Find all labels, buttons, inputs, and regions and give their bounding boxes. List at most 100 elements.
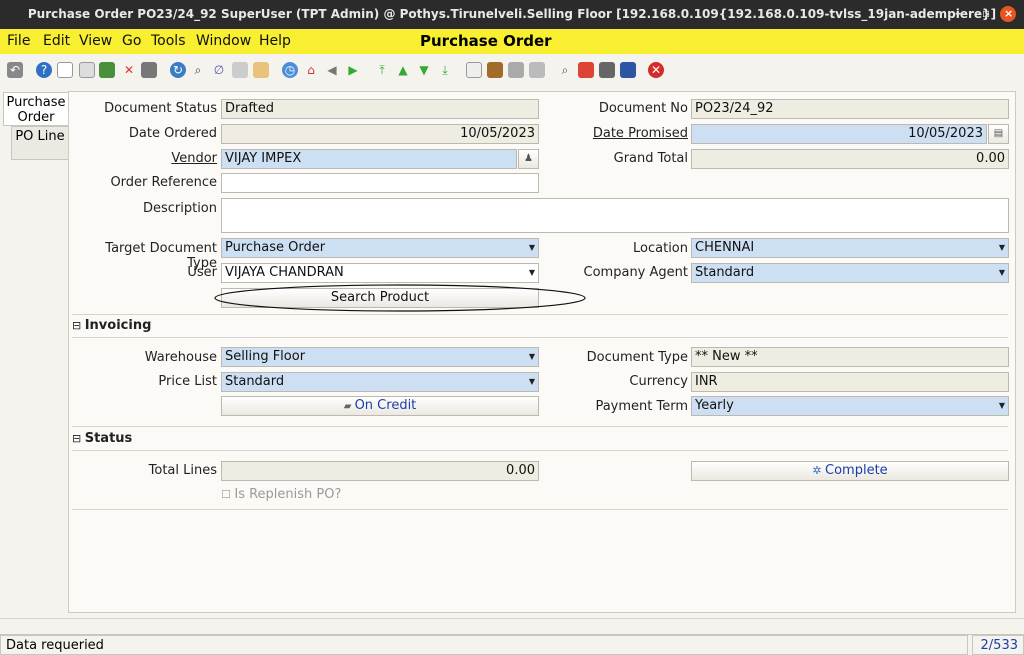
help-icon[interactable]: ? bbox=[36, 62, 52, 78]
statusbar: Data requeried 2/533 bbox=[0, 634, 1024, 655]
print-icon[interactable] bbox=[529, 62, 545, 78]
refresh-icon[interactable]: ↻ bbox=[170, 62, 186, 78]
vendor-label: Vendor bbox=[171, 151, 217, 166]
status-section-header[interactable]: ⊟ Status bbox=[72, 431, 132, 446]
minimize-button[interactable]: – bbox=[955, 6, 961, 20]
window-titlebar: Purchase Order PO23/24_92 SuperUser (TPT… bbox=[0, 0, 1024, 29]
document-type-label: Document Type bbox=[586, 350, 688, 365]
company-agent-select[interactable]: Standard ▼ bbox=[691, 263, 1009, 283]
archive-icon[interactable] bbox=[487, 62, 503, 78]
document-no-label: Document No bbox=[598, 101, 688, 116]
chevron-down-icon: ▼ bbox=[998, 268, 1006, 277]
new-record-icon[interactable] bbox=[57, 62, 73, 78]
price-list-value: Standard bbox=[225, 374, 285, 389]
user-select[interactable]: VIJAYA CHANDRAN ▼ bbox=[221, 263, 539, 283]
zoom-across-icon[interactable]: ⌕ bbox=[557, 62, 573, 78]
date-promised-field[interactable]: 10/05/2023 bbox=[691, 124, 987, 144]
company-agent-value: Standard bbox=[695, 265, 755, 280]
document-status-label: Document Status bbox=[104, 101, 217, 116]
save-icon[interactable] bbox=[141, 62, 157, 78]
menu-file[interactable]: File bbox=[7, 33, 30, 49]
first-record-icon[interactable]: ⤒ bbox=[374, 62, 390, 78]
highlight-ellipse bbox=[214, 284, 586, 312]
currency-label: Currency bbox=[629, 374, 688, 389]
window-heading: Purchase Order bbox=[420, 32, 552, 50]
end-icon[interactable] bbox=[620, 62, 636, 78]
product-info-icon[interactable] bbox=[599, 62, 615, 78]
payment-term-select[interactable]: Yearly ▼ bbox=[691, 396, 1009, 416]
tab-purchase-order[interactable]: Purchase Order bbox=[3, 92, 68, 126]
menu-tools[interactable]: Tools bbox=[151, 33, 186, 49]
menu-view[interactable]: View bbox=[79, 33, 112, 49]
total-lines-label: Total Lines bbox=[148, 463, 217, 478]
document-status-field: Drafted bbox=[221, 99, 539, 119]
exit-icon[interactable]: ✕ bbox=[648, 62, 664, 78]
menu-go[interactable]: Go bbox=[122, 33, 141, 49]
payment-term-label: Payment Term bbox=[595, 399, 688, 414]
calendar-icon[interactable]: ▤ bbox=[988, 124, 1009, 144]
status-message: Data requeried bbox=[0, 635, 968, 655]
date-ordered-label: Date Ordered bbox=[128, 126, 217, 141]
info-bar bbox=[0, 618, 1024, 632]
parent-icon[interactable]: ◀ bbox=[324, 62, 340, 78]
document-type-field: ** New ** bbox=[691, 347, 1009, 367]
find-icon[interactable]: ⌕ bbox=[190, 62, 206, 78]
save-green-icon[interactable] bbox=[99, 62, 115, 78]
toolbar: ↶ ? ✕ ↻ ⌕ ∅ ◷ ⌂ ◀ ▶ ⤒ ▲ ▼ ⤓ ⌕ ✕ bbox=[0, 54, 1024, 86]
delete-icon[interactable]: ✕ bbox=[121, 62, 137, 78]
next-record-icon[interactable]: ▼ bbox=[416, 62, 432, 78]
menu-edit[interactable]: Edit bbox=[43, 33, 70, 49]
record-count[interactable]: 2/533 bbox=[972, 635, 1024, 655]
invoicing-section-header[interactable]: ⊟ Invoicing bbox=[72, 318, 151, 333]
menu-help[interactable]: Help bbox=[259, 33, 291, 49]
section-divider bbox=[72, 450, 1008, 451]
detail-icon[interactable]: ▶ bbox=[345, 62, 361, 78]
undo-icon[interactable]: ↶ bbox=[7, 62, 23, 78]
target-document-type-select[interactable]: Purchase Order ▼ bbox=[221, 238, 539, 258]
section-divider bbox=[72, 337, 1008, 338]
print-preview-icon[interactable] bbox=[508, 62, 524, 78]
vendor-field[interactable]: VIJAY IMPEX bbox=[221, 149, 517, 169]
close-window-button[interactable]: × bbox=[1000, 6, 1016, 22]
chevron-down-icon: ▼ bbox=[528, 243, 536, 252]
is-replenish-checkbox[interactable]: ☐ Is Replenish PO? bbox=[221, 487, 341, 502]
copy-record-icon[interactable] bbox=[79, 62, 95, 78]
chevron-down-icon: ▼ bbox=[528, 352, 536, 361]
workflow-icon[interactable] bbox=[578, 62, 594, 78]
collapse-icon: ⊟ bbox=[72, 432, 85, 445]
grid-toggle-icon[interactable] bbox=[253, 62, 269, 78]
location-value: CHENNAI bbox=[695, 240, 755, 255]
location-select[interactable]: CHENNAI ▼ bbox=[691, 238, 1009, 258]
description-label: Description bbox=[142, 201, 217, 216]
section-divider bbox=[72, 314, 1008, 315]
restore-button[interactable]: ▫ bbox=[982, 6, 990, 20]
vendor-lookup-icon[interactable]: ♟ bbox=[518, 149, 539, 169]
on-credit-button[interactable]: ▰ On Credit bbox=[221, 396, 539, 416]
chevron-down-icon: ▼ bbox=[528, 268, 536, 277]
warehouse-select[interactable]: Selling Floor ▼ bbox=[221, 347, 539, 367]
credit-card-icon: ▰ bbox=[343, 401, 355, 412]
on-credit-label: On Credit bbox=[354, 398, 417, 413]
last-record-icon[interactable]: ⤓ bbox=[437, 62, 453, 78]
attachment-icon[interactable]: ∅ bbox=[211, 62, 227, 78]
complete-button[interactable]: ✲ Complete bbox=[691, 461, 1009, 481]
tab-po-line[interactable]: PO Line bbox=[11, 126, 68, 160]
history-icon[interactable]: ◷ bbox=[282, 62, 298, 78]
user-label: User bbox=[187, 265, 217, 280]
date-ordered-field: 10/05/2023 bbox=[221, 124, 539, 144]
menu-window[interactable]: Window bbox=[196, 33, 251, 49]
description-input[interactable] bbox=[221, 198, 1009, 233]
chat-icon[interactable] bbox=[232, 62, 248, 78]
report-icon[interactable] bbox=[466, 62, 482, 78]
warehouse-label: Warehouse bbox=[144, 350, 217, 365]
payment-term-value: Yearly bbox=[695, 398, 734, 413]
home-icon[interactable]: ⌂ bbox=[303, 62, 319, 78]
order-reference-input[interactable] bbox=[221, 173, 539, 193]
grand-total-field: 0.00 bbox=[691, 149, 1009, 169]
section-divider bbox=[72, 426, 1008, 427]
target-document-type-value: Purchase Order bbox=[225, 240, 326, 255]
window-title: Purchase Order PO23/24_92 SuperUser (TPT… bbox=[27, 7, 997, 21]
previous-record-icon[interactable]: ▲ bbox=[395, 62, 411, 78]
price-list-select[interactable]: Standard ▼ bbox=[221, 372, 539, 392]
checkbox-icon: ☐ bbox=[221, 488, 235, 501]
